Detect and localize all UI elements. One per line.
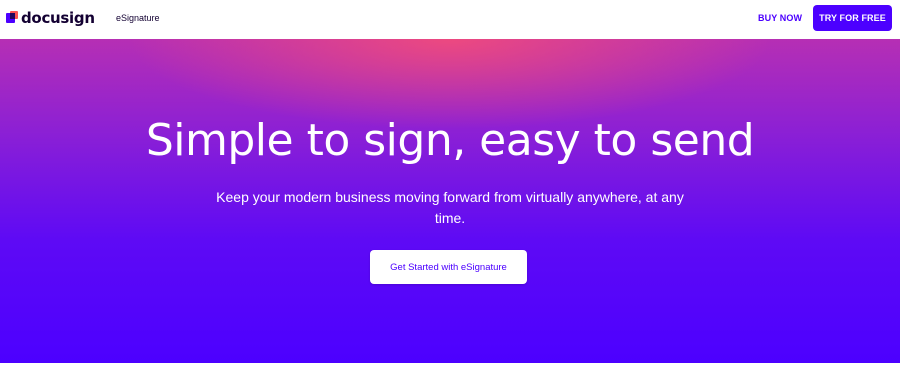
- hero-subtitle: Keep your modern business moving forward…: [216, 189, 684, 226]
- top-navigation-bar: docusign eSignature BUY NOW TRY FOR FREE: [0, 0, 900, 39]
- hero-section: Simple to sign, easy to send Keep your m…: [0, 39, 900, 363]
- try-for-free-button[interactable]: TRY FOR FREE: [813, 5, 892, 31]
- logo-text: docusign: [21, 9, 95, 27]
- buy-now-link[interactable]: BUY NOW: [758, 13, 802, 23]
- get-started-button[interactable]: Get Started with eSignature: [370, 250, 527, 284]
- docusign-logo-icon: [6, 11, 18, 25]
- hero-title: Simple to sign, easy to send: [145, 115, 755, 166]
- docusign-logo[interactable]: docusign: [6, 9, 95, 27]
- page-bottom-strip: [0, 363, 900, 376]
- product-label: eSignature: [116, 13, 160, 23]
